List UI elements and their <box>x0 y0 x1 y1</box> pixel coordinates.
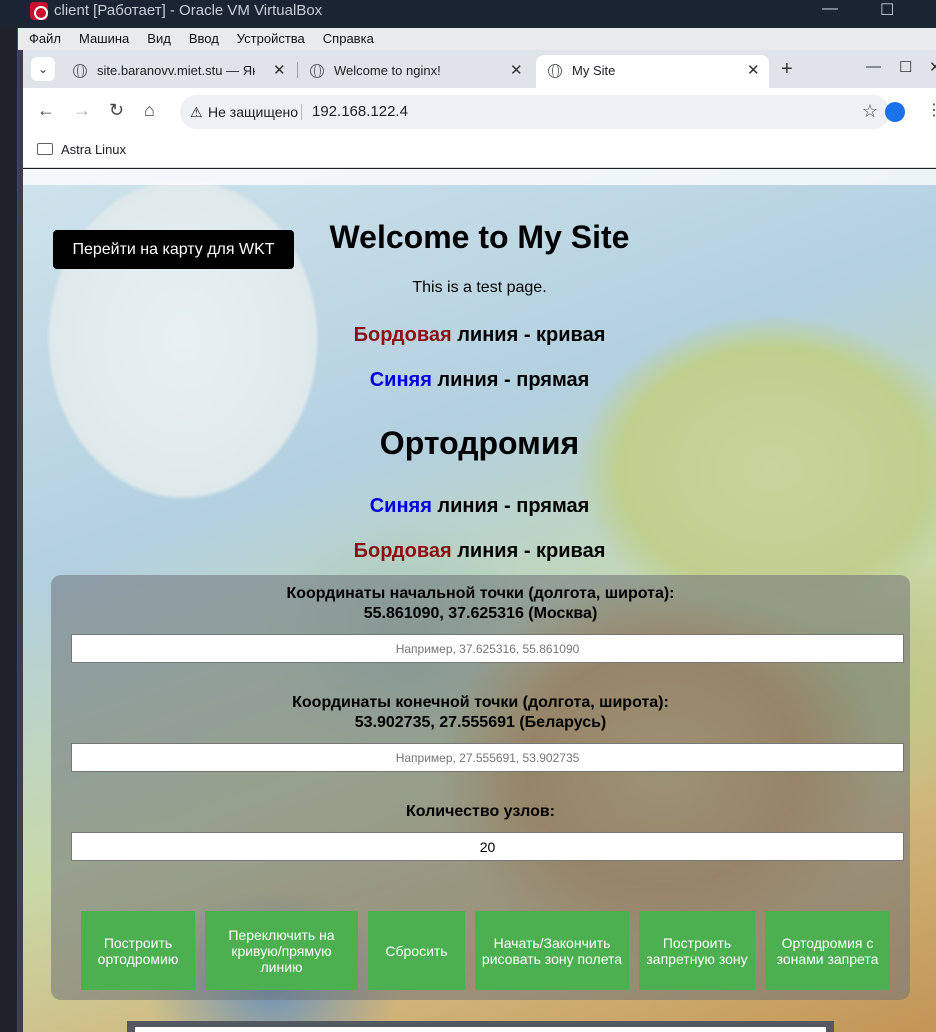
reload-icon[interactable]: ↻ <box>109 101 124 119</box>
folder-icon <box>37 143 53 155</box>
tab-close-icon[interactable]: ✕ <box>273 61 286 79</box>
legend-blue-straight: Синяя линия - прямая <box>369 369 590 391</box>
tab-search-button[interactable]: ⌄ <box>31 57 55 81</box>
start-point-value: 55.861090, 37.625316 (Москва) <box>363 605 598 622</box>
tab-label: Welcome to nginx! <box>334 63 441 78</box>
browser-tabbar: ⌄ site.baranovv.miet.stu — Ян ✕ Welcome … <box>23 50 936 88</box>
bookmark-star-icon[interactable]: ☆ <box>862 101 878 122</box>
orthodrome-form-panel: Координаты начальной точки (долгота, шир… <box>51 575 910 1000</box>
menu-machine[interactable]: Машина <box>68 28 136 46</box>
section-title: Ортодромия <box>379 425 580 461</box>
orthodrome-with-zones-button[interactable]: Ортодромия с зонами запрета <box>765 911 890 990</box>
profile-avatar-icon[interactable] <box>885 102 905 122</box>
end-point-value: 53.902735, 27.555691 (Беларусь) <box>354 714 607 731</box>
map-container-top <box>127 1021 834 1032</box>
end-point-input[interactable] <box>71 743 904 772</box>
reset-button[interactable]: Сбросить <box>368 911 465 990</box>
forward-arrow-icon[interactable]: → <box>73 101 91 119</box>
start-point-label: Координаты начальной точки (долгота, шир… <box>286 585 675 602</box>
toggle-line-button[interactable]: Переключить на кривую/прямую линию <box>205 911 358 990</box>
globe-icon <box>310 64 324 78</box>
legend-red-curve: Бордовая линия - кривая <box>353 324 606 346</box>
menu-file[interactable]: Файл <box>18 28 68 46</box>
legend-blue-straight-2: Синяя линия - прямая <box>369 495 590 517</box>
globe-icon <box>73 64 87 78</box>
address-bar[interactable]: ⚠ Не защищено 192.168.122.4 ☆ <box>180 95 890 129</box>
vbox-titlebar: client [Работает] - Oracle VM VirtualBox… <box>0 0 936 28</box>
legend-red-curve-2: Бордовая линия - кривая <box>353 540 606 562</box>
browser-minimize-button[interactable]: — <box>866 58 881 75</box>
vbox-menubar: Файл Машина Вид Ввод Устройства Справка <box>18 28 936 50</box>
security-status[interactable]: Не защищено <box>208 104 298 120</box>
forbidden-zone-button[interactable]: Построить запретную зону <box>639 911 755 990</box>
browser-maximize-button[interactable]: ☐ <box>899 58 912 76</box>
menu-help[interactable]: Справка <box>312 28 381 46</box>
tab-label: My Site <box>572 63 616 78</box>
browser-close-button[interactable]: ✕ <box>929 58 936 76</box>
warning-icon[interactable]: ⚠ <box>190 104 203 121</box>
window-title: client [Работает] - Oracle VM VirtualBox <box>54 2 323 19</box>
virtualbox-logo-icon <box>30 2 48 20</box>
vbox-maximize-button[interactable]: ☐ <box>880 0 894 20</box>
browser-toolbar: ← → ↻ ⌂ ⚠ Не защищено 192.168.122.4 ☆ ⋮ <box>23 88 936 134</box>
menu-view[interactable]: Вид <box>136 28 178 46</box>
bookmark-astra-linux[interactable]: Astra Linux <box>61 142 126 157</box>
nodes-count-label: Количество узлов: <box>405 803 555 820</box>
browser-menu-icon[interactable]: ⋮ <box>926 100 936 120</box>
host-left-edge <box>0 28 19 1032</box>
vbox-minimize-button[interactable]: — <box>822 0 838 18</box>
tab-baranovv[interactable]: site.baranovv.miet.stu — Ян ✕ <box>61 55 291 88</box>
menu-input[interactable]: Ввод <box>178 28 226 46</box>
page-subtitle: This is a test page. <box>412 279 547 296</box>
tab-label: site.baranovv.miet.stu — Ян <box>97 63 255 78</box>
build-orthodrome-button[interactable]: Построить ортодромию <box>81 911 195 990</box>
new-tab-button[interactable]: + <box>781 58 793 81</box>
menu-devices[interactable]: Устройства <box>226 28 312 46</box>
flight-zone-button[interactable]: Начать/Закончить рисовать зону полета <box>475 911 629 990</box>
url-text[interactable]: 192.168.122.4 <box>312 103 408 120</box>
globe-icon <box>548 64 562 78</box>
bookmarks-bar: Astra Linux <box>23 134 936 168</box>
tab-close-icon[interactable]: ✕ <box>747 61 760 79</box>
start-point-input[interactable] <box>71 634 904 663</box>
end-point-label: Координаты конечной точки (долгота, широ… <box>292 694 669 711</box>
tab-close-icon[interactable]: ✕ <box>510 61 523 79</box>
page-content: Перейти на карту для WKT Welcome to My S… <box>23 169 936 1032</box>
page-title: Welcome to My Site <box>329 219 630 255</box>
home-icon[interactable]: ⌂ <box>144 101 155 119</box>
tab-my-site[interactable]: My Site ✕ <box>536 55 769 88</box>
back-arrow-icon[interactable]: ← <box>37 101 55 119</box>
tab-nginx[interactable]: Welcome to nginx! ✕ <box>298 55 528 88</box>
nodes-count-input[interactable] <box>71 832 904 861</box>
